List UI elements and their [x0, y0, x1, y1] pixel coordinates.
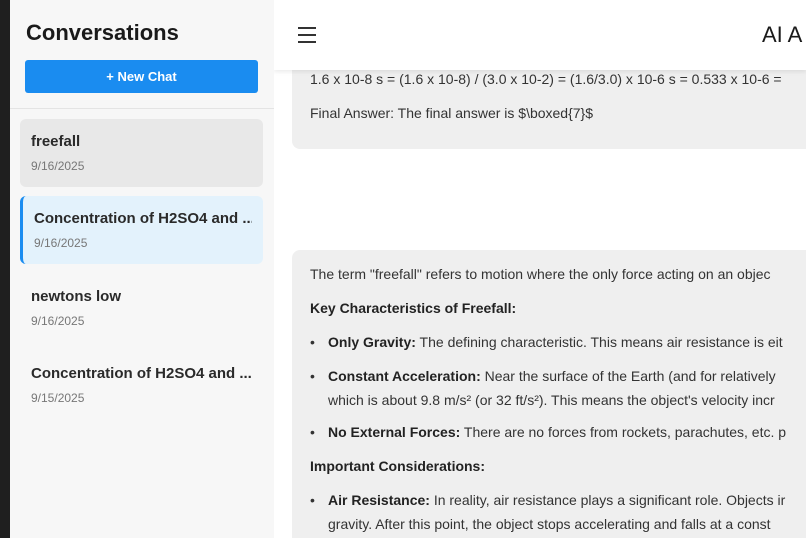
message-heading: Important Considerations: — [310, 458, 486, 474]
bullet-item: Only Gravity: The defining characteristi… — [328, 334, 783, 350]
conversation-date: 9/16/2025 — [31, 159, 85, 173]
conversation-item-newtons-low[interactable]: newtons low 9/16/2025 — [20, 274, 263, 342]
bullet-dot: • — [310, 334, 315, 350]
sidebar: Conversations + New Chat freefall 9/16/2… — [10, 0, 275, 538]
bullet-item: Air Resistance: In reality, air resistan… — [328, 492, 786, 508]
bullet-item-continuation: which is about 9.8 m/s² (or 32 ft/s²). T… — [328, 392, 775, 408]
conversation-title: Concentration of H2SO4 and ... — [31, 365, 252, 382]
conversation-item-freefall[interactable]: freefall 9/16/2025 — [20, 119, 263, 187]
bullet-dot: • — [310, 424, 315, 440]
sidebar-title: Conversations — [26, 20, 179, 45]
window-edge — [0, 0, 10, 538]
app-title: AI A — [762, 22, 803, 47]
sidebar-divider — [10, 108, 274, 109]
bullet-dot: • — [310, 492, 315, 508]
conversation-date: 9/16/2025 — [31, 314, 85, 328]
message-heading: Key Characteristics of Freefall: — [310, 300, 517, 316]
conversation-title: newtons low — [31, 288, 121, 305]
message-line: 1.6 x 10-8 s = (1.6 x 10-8) / (3.0 x 10-… — [310, 71, 782, 87]
conversation-date: 9/15/2025 — [31, 391, 85, 405]
conversation-title: Concentration of H2SO4 and ... — [34, 210, 252, 227]
app-window: Conversations + New Chat freefall 9/16/2… — [0, 0, 806, 538]
chat-main: 1.6 x 10-8 s = (1.6 x 10-8) / (3.0 x 10-… — [274, 0, 806, 538]
message-line: Final Answer: The final answer is $\boxe… — [310, 105, 594, 121]
hamburger-menu-icon[interactable] — [298, 27, 316, 43]
message-intro: The term "freefall" refers to motion whe… — [310, 266, 771, 282]
top-bar: AI A — [274, 0, 806, 70]
bullet-dot: • — [310, 368, 315, 384]
new-chat-button[interactable]: + New Chat — [25, 60, 258, 93]
conversation-item-h2so4-older[interactable]: Concentration of H2SO4 and ... 9/15/2025 — [20, 351, 263, 419]
bullet-item-continuation: gravity. After this point, the object st… — [328, 516, 771, 532]
conversation-title: freefall — [31, 133, 81, 150]
assistant-message: The term "freefall" refers to motion whe… — [292, 250, 806, 538]
bullet-item: Constant Acceleration: Near the surface … — [328, 368, 776, 384]
conversation-item-h2so4-active[interactable]: Concentration of H2SO4 and ... 9/16/2025 — [20, 196, 263, 264]
conversation-date: 9/16/2025 — [34, 236, 88, 250]
bullet-item: No External Forces: There are no forces … — [328, 424, 787, 440]
